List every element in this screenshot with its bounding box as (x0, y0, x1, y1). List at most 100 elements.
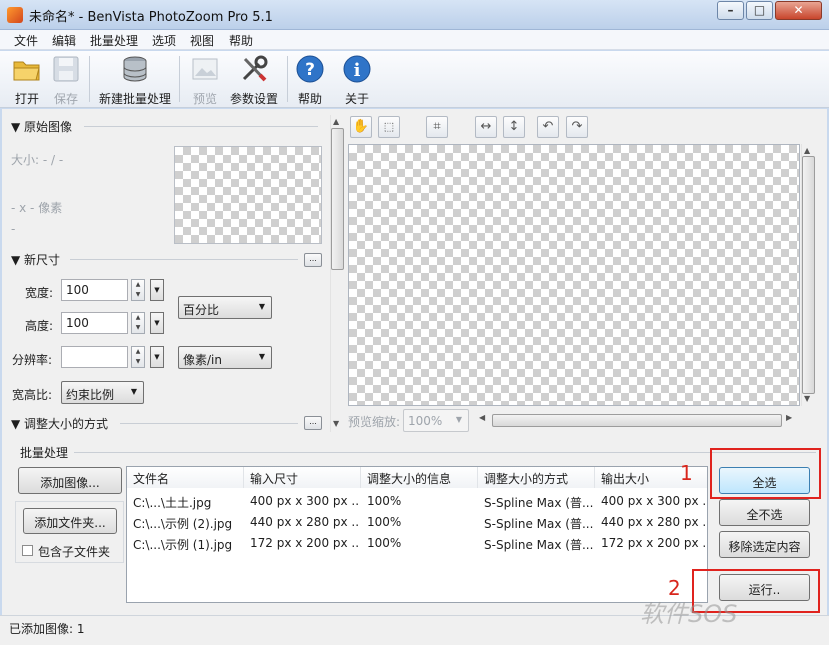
marquee-select-icon[interactable]: ⬚ (378, 116, 400, 138)
crop-icon[interactable]: ⌗ (426, 116, 448, 138)
original-dimensions-text: - x - 像素 (11, 201, 63, 215)
original-extra-text: - (11, 222, 16, 236)
include-subfolders-checkbox[interactable] (22, 545, 33, 556)
preview-canvas[interactable] (348, 144, 800, 406)
rotate-right-icon[interactable]: ↷ (566, 116, 588, 138)
hand-tool-icon[interactable]: ✋ (350, 116, 372, 138)
width-stepper[interactable]: ▲ ▼ (131, 279, 145, 301)
chevron-down-icon: ▼ (130, 387, 137, 396)
resolution-input[interactable] (61, 346, 128, 368)
about-button[interactable]: i 关于 (340, 54, 374, 106)
info-icon: i (343, 55, 371, 83)
add-folder-button[interactable]: 添加文件夹... (23, 508, 117, 534)
resolution-preset-dropdown[interactable]: ▼ (150, 346, 164, 368)
new-size-more-button[interactable]: ... (304, 253, 322, 267)
cell-output-size: 440 px x 280 px ... (601, 515, 707, 529)
rotate-left-icon[interactable]: ↶ (537, 116, 559, 138)
menu-edit[interactable]: 编辑 (52, 32, 76, 49)
size-unit-select[interactable]: 百分比 ▼ (178, 296, 272, 319)
scroll-up-arrow-icon[interactable]: ▲ (333, 117, 339, 126)
resize-method-header[interactable]: ▼ 调整大小的方式 (11, 415, 108, 432)
scroll-down-arrow-icon[interactable]: ▼ (804, 394, 810, 403)
open-button[interactable]: 打开 (8, 54, 46, 106)
cell-resize-method: S-Spline Max (普... (484, 496, 594, 510)
new-batch-button[interactable]: 新建批量处理 (95, 54, 175, 106)
menu-view[interactable]: 视图 (190, 32, 214, 49)
scroll-up-arrow-icon[interactable]: ▲ (804, 146, 810, 155)
cell-input-size: 400 px x 300 px ... (250, 494, 360, 508)
column-header-resize-info[interactable]: 调整大小的信息 (361, 467, 478, 488)
resolution-unit-select[interactable]: 像素/in ▼ (178, 346, 272, 369)
include-subfolders-label: 包含子文件夹 (38, 545, 111, 559)
save-button[interactable]: 保存 (47, 54, 85, 106)
column-header-resize-method[interactable]: 调整大小的方式 (478, 467, 595, 488)
minimize-button[interactable]: – (717, 1, 744, 20)
preview-button[interactable]: 预览 (186, 54, 224, 106)
help-button[interactable]: ? 帮助 (293, 54, 327, 106)
chevron-down-icon: ▼ (258, 352, 265, 361)
table-row[interactable]: C:\...\示例 (2).jpg 440 px x 280 px ... 10… (127, 512, 707, 533)
height-stepper[interactable]: ▲ ▼ (131, 312, 145, 334)
divider (120, 423, 298, 424)
cell-output-size: 172 px x 200 px ... (601, 536, 707, 550)
column-header-filename[interactable]: 文件名 (127, 467, 244, 488)
select-none-button[interactable]: 全不选 (719, 499, 810, 526)
preview-zoom-select[interactable]: 100% ▼ (403, 409, 469, 432)
toolbar-separator (287, 56, 288, 102)
status-text: 已添加图像: 1 (9, 622, 85, 636)
new-size-header[interactable]: ▼ 新尺寸 (11, 251, 60, 268)
menu-batch[interactable]: 批量处理 (90, 32, 138, 49)
flip-horizontal-icon[interactable]: ↔ (475, 116, 497, 138)
table-row[interactable]: C:\...\土土.jpg 400 px x 300 px ... 100% S… (127, 491, 707, 512)
window-title: 未命名* - BenVista PhotoZoom Pro 5.1 (29, 10, 273, 25)
original-size-text: 大小: - / - (11, 153, 64, 167)
settings-button[interactable]: 参数设置 (227, 54, 281, 106)
aspect-label: 宽高比: (12, 388, 53, 402)
flip-vertical-icon[interactable]: ↕ (503, 116, 525, 138)
toolbar-separator (179, 56, 180, 102)
highlight-box-select-all (710, 448, 821, 499)
cell-resize-info: 100% (367, 494, 402, 508)
resolution-label: 分辨率: (12, 353, 53, 367)
width-input[interactable]: 100 (61, 279, 128, 301)
toolbar-separator (89, 56, 90, 102)
preview-image-icon (192, 58, 218, 80)
cell-input-size: 440 px x 280 px ... (250, 515, 360, 529)
cell-resize-method: S-Spline Max (普... (484, 538, 594, 552)
width-preset-dropdown[interactable]: ▼ (150, 279, 164, 301)
annotation-number-1: 1 (680, 461, 693, 485)
maximize-button[interactable]: □ (746, 1, 773, 20)
batch-stack-icon (123, 56, 147, 82)
resize-method-more-button[interactable]: ... (304, 416, 322, 430)
aspect-ratio-select[interactable]: 约束比例 ▼ (61, 381, 144, 404)
batch-header: 批量处理 (20, 446, 69, 460)
preview-hscroll-thumb[interactable] (492, 414, 782, 427)
height-preset-dropdown[interactable]: ▼ (150, 312, 164, 334)
scroll-right-arrow-icon[interactable]: ▶ (786, 413, 792, 422)
scroll-down-arrow-icon[interactable]: ▼ (333, 419, 339, 428)
table-row[interactable]: C:\...\示例 (1).jpg 172 px x 200 px ... 10… (127, 533, 707, 554)
close-button[interactable]: ✕ (775, 1, 822, 20)
cell-resize-method: S-Spline Max (普... (484, 517, 594, 531)
remove-selected-button[interactable]: 移除选定内容 (719, 531, 810, 558)
column-header-input-size[interactable]: 输入尺寸 (244, 467, 361, 488)
app-logo-icon (7, 7, 23, 23)
width-label: 宽度: (25, 286, 54, 300)
menu-options[interactable]: 选项 (152, 32, 176, 49)
height-input[interactable]: 100 (61, 312, 128, 334)
folder-open-icon (13, 61, 40, 81)
cell-resize-info: 100% (367, 536, 402, 550)
height-label: 高度: (25, 319, 54, 333)
wrench-screwdriver-icon (242, 55, 268, 82)
menu-help[interactable]: 帮助 (229, 32, 253, 49)
scroll-left-arrow-icon[interactable]: ◀ (479, 413, 485, 422)
menu-file[interactable]: 文件 (14, 32, 38, 49)
add-images-button[interactable]: 添加图像... (18, 467, 122, 494)
resolution-stepper[interactable]: ▲ ▼ (131, 346, 145, 368)
cell-output-size: 400 px x 300 px ... (601, 494, 707, 508)
cell-filename: C:\...\示例 (2).jpg (133, 517, 233, 531)
preview-vscroll-thumb[interactable] (802, 156, 815, 394)
original-image-header[interactable]: ▼ 原始图像 (11, 118, 72, 135)
svg-text:i: i (354, 60, 361, 81)
left-scroll-thumb[interactable] (331, 128, 344, 270)
